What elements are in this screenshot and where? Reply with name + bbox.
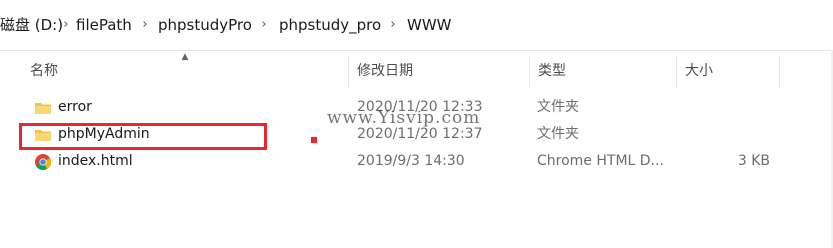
file-type: 文件夹 <box>537 99 579 115</box>
column-header-size[interactable]: 大小 <box>677 56 779 86</box>
breadcrumb-filepath[interactable]: filePath <box>76 15 132 35</box>
file-size <box>690 94 770 121</box>
breadcrumb-separator-icon[interactable]: › <box>139 15 151 35</box>
watermark-text: www.Yisvip.com <box>327 108 481 128</box>
file-size: 3 KB <box>737 153 770 169</box>
folder-icon <box>35 103 51 114</box>
file-type: 文件夹 <box>537 126 579 142</box>
breadcrumb-www[interactable]: WWW <box>407 15 452 35</box>
file-name[interactable]: error <box>58 94 348 121</box>
column-headers: ▲ 名称 修改日期 类型 大小 <box>0 50 833 92</box>
address-bar[interactable]: 磁盘 (D:) › filePath › phpstudyPro › phpst… <box>0 0 833 51</box>
breadcrumb-drive[interactable]: 磁盘 (D:) <box>0 15 63 35</box>
breadcrumb-separator-icon[interactable]: › <box>387 15 399 35</box>
column-divider[interactable] <box>779 56 780 88</box>
column-header-name[interactable]: 名称 <box>22 56 348 86</box>
file-type: Chrome HTML D... <box>537 153 664 169</box>
breadcrumb-separator-icon[interactable]: › <box>60 15 72 35</box>
breadcrumb-phpstudypro[interactable]: phpstudyPro <box>158 15 252 35</box>
file-row[interactable]: index.html 2019/9/3 14:30 Chrome HTML D.… <box>0 148 833 175</box>
file-name[interactable]: index.html <box>58 148 348 175</box>
breadcrumb-separator-icon[interactable]: › <box>258 15 270 35</box>
column-header-type[interactable]: 类型 <box>530 56 676 86</box>
file-size <box>690 121 770 148</box>
breadcrumb-phpstudy-pro[interactable]: phpstudy_pro <box>279 15 381 35</box>
chrome-icon <box>35 154 51 171</box>
annotation-dot <box>311 137 317 143</box>
column-header-date[interactable]: 修改日期 <box>349 56 529 86</box>
annotation-highlight-box <box>19 123 267 150</box>
file-modified-date: 2019/9/3 14:30 <box>357 153 465 169</box>
